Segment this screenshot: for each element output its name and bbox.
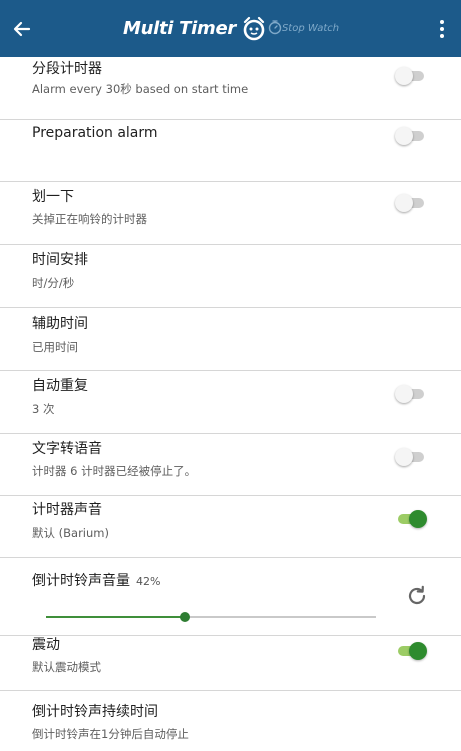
setting-subtitle: 默认震动模式: [32, 660, 101, 674]
setting-auto-repeat[interactable]: 自动重复 3 次: [0, 371, 461, 434]
setting-subtitle: 计时器 6 计时器已经被停止了。: [32, 464, 197, 478]
setting-title: 倒计时铃声音量 42%: [32, 572, 160, 591]
setting-time-format[interactable]: 时间安排 时/分/秒: [0, 245, 461, 308]
more-vert-icon[interactable]: [437, 16, 447, 42]
stopwatch-icon: [268, 19, 282, 38]
slider-fill: [46, 616, 185, 618]
app-title: Multi Timer: [123, 18, 236, 39]
volume-slider[interactable]: [46, 611, 376, 623]
setting-ring-volume: 倒计时铃声音量 42%: [0, 558, 461, 636]
volume-title: 倒计时铃声音量: [32, 573, 130, 589]
app-logo: Multi Timer Stop Watch: [123, 0, 339, 57]
setting-title: 文字转语音: [32, 441, 102, 457]
toggle-switch[interactable]: [395, 194, 427, 212]
setting-title: 划一下: [32, 189, 74, 205]
setting-preparation-alarm[interactable]: Preparation alarm: [0, 120, 461, 182]
toggle-switch[interactable]: [395, 642, 427, 660]
setting-timer-sound[interactable]: 计时器声音 默认 (Barium): [0, 496, 461, 558]
setting-subtitle: Alarm every 30秒 based on start time: [32, 82, 249, 96]
setting-interval-timer[interactable]: 分段计时器 Alarm every 30秒 based on start tim…: [0, 57, 461, 120]
alarm-clock-icon: [242, 16, 266, 42]
setting-text-to-speech[interactable]: 文字转语音 计时器 6 计时器已经被停止了。: [0, 434, 461, 496]
setting-title: 辅助时间: [32, 316, 88, 332]
volume-percent: 42%: [136, 575, 161, 588]
app-bar: Multi Timer Stop Watch: [0, 0, 461, 57]
setting-title: 时间安排: [32, 252, 88, 268]
setting-subtitle: 时/分/秒: [32, 276, 75, 290]
setting-ring-duration[interactable]: 倒计时铃声持续时间 倒计时铃声在1分钟后自动停止: [0, 691, 461, 751]
setting-subtitle: 倒计时铃声在1分钟后自动停止: [32, 727, 189, 741]
setting-subtitle: 关掉正在响铃的计时器: [32, 212, 147, 226]
setting-subtitle: 3 次: [32, 402, 55, 416]
toggle-switch[interactable]: [395, 510, 427, 528]
setting-subtitle: 已用时间: [32, 340, 78, 354]
stopwatch-tab[interactable]: Stop Watch: [268, 19, 339, 38]
setting-title: Preparation alarm: [32, 125, 158, 141]
toggle-switch[interactable]: [395, 385, 427, 403]
setting-subtitle: 默认 (Barium): [32, 526, 109, 540]
toggle-switch[interactable]: [395, 127, 427, 145]
setting-title: 自动重复: [32, 378, 88, 394]
toggle-switch[interactable]: [395, 67, 427, 85]
toggle-switch[interactable]: [395, 448, 427, 466]
settings-list: 分段计时器 Alarm every 30秒 based on start tim…: [0, 57, 461, 751]
setting-swipe[interactable]: 划一下 关掉正在响铃的计时器: [0, 182, 461, 245]
setting-title: 分段计时器: [32, 61, 102, 77]
setting-title: 计时器声音: [32, 502, 102, 518]
setting-title: 震动: [32, 637, 60, 653]
refresh-icon[interactable]: [403, 582, 431, 610]
slider-thumb[interactable]: [180, 612, 190, 622]
back-arrow-icon[interactable]: [8, 15, 36, 43]
setting-title: 倒计时铃声持续时间: [32, 704, 158, 720]
stopwatch-label: Stop Watch: [281, 23, 340, 34]
setting-aux-time[interactable]: 辅助时间 已用时间: [0, 308, 461, 371]
setting-vibration[interactable]: 震动 默认震动模式: [0, 636, 461, 691]
